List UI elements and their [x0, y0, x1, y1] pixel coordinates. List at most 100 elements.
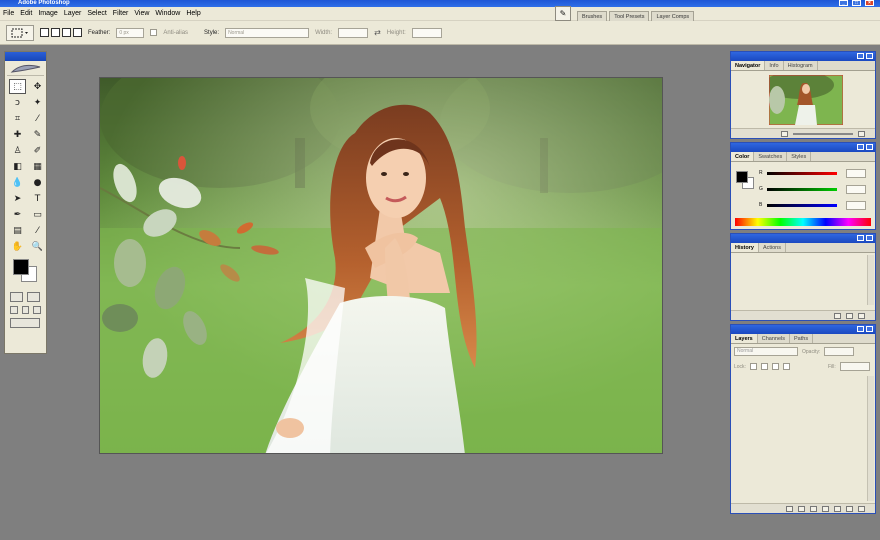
new-document-from-state-icon[interactable]: [834, 312, 841, 319]
shape-tool-icon[interactable]: ▭: [29, 207, 46, 222]
slice-tool-icon[interactable]: ⁄: [29, 111, 46, 126]
magic-wand-icon[interactable]: ✦: [29, 95, 46, 110]
brush-tool-icon[interactable]: ✎: [29, 127, 46, 142]
menu-image[interactable]: Image: [37, 7, 62, 21]
subtract-selection-icon[interactable]: [62, 28, 71, 37]
new-snapshot-icon[interactable]: [846, 312, 853, 319]
delete-state-icon[interactable]: [858, 312, 865, 319]
new-selection-icon[interactable]: [40, 28, 49, 37]
standard-mode-icon[interactable]: [10, 292, 23, 302]
pen-tool-icon[interactable]: ✒: [9, 207, 26, 222]
menu-file[interactable]: File: [2, 7, 19, 21]
tab-swatches[interactable]: Swatches: [754, 152, 788, 161]
layer-mask-icon[interactable]: [810, 505, 817, 512]
history-scrollbar[interactable]: [867, 255, 874, 305]
blue-slider[interactable]: [767, 203, 837, 207]
opacity-field[interactable]: [824, 347, 855, 356]
foreground-color-swatch[interactable]: [13, 259, 29, 275]
well-tab-layer-comps[interactable]: Layer Comps: [651, 11, 695, 21]
green-slider[interactable]: [767, 187, 837, 191]
feather-logo-icon[interactable]: [7, 62, 44, 76]
palette-title-bar[interactable]: [731, 143, 875, 152]
fill-field[interactable]: [839, 362, 870, 371]
healing-brush-icon[interactable]: ✚: [9, 127, 26, 142]
clone-stamp-icon[interactable]: ♙: [9, 143, 26, 158]
tab-info[interactable]: Info: [765, 61, 784, 70]
lock-image-icon[interactable]: [760, 363, 768, 370]
palette-title-bar[interactable]: [731, 325, 875, 334]
tab-channels[interactable]: Channels: [758, 334, 790, 343]
quick-mask-icon[interactable]: [27, 292, 40, 302]
height-input[interactable]: [411, 27, 442, 38]
tab-histogram[interactable]: Histogram: [784, 61, 818, 70]
menu-view[interactable]: View: [133, 7, 154, 21]
well-tab-brushes[interactable]: Brushes: [577, 11, 608, 21]
tab-styles[interactable]: Styles: [787, 152, 812, 161]
zoom-tool-icon[interactable]: 🔍: [29, 239, 46, 254]
notes-tool-icon[interactable]: ▤: [9, 223, 26, 238]
tab-color[interactable]: Color: [731, 152, 755, 161]
new-group-icon[interactable]: [822, 505, 829, 512]
crop-tool-icon[interactable]: ⌗: [9, 111, 26, 126]
eyedropper-icon[interactable]: ⁄: [29, 223, 46, 238]
menu-layer[interactable]: Layer: [63, 7, 87, 21]
path-selection-icon[interactable]: ➤: [9, 191, 26, 206]
delete-layer-icon[interactable]: [858, 505, 865, 512]
well-tab-tool-presets[interactable]: Tool Presets: [609, 11, 650, 21]
minimize-icon[interactable]: [857, 326, 864, 332]
lock-transparency-icon[interactable]: [749, 363, 757, 370]
close-icon[interactable]: [866, 144, 873, 150]
red-value-field[interactable]: [846, 168, 866, 178]
lock-position-icon[interactable]: [771, 363, 779, 370]
color-ramp[interactable]: [735, 218, 871, 226]
palette-title-bar[interactable]: [731, 234, 875, 243]
tab-history[interactable]: History: [731, 243, 759, 252]
gradient-tool-icon[interactable]: ▦: [29, 159, 46, 174]
document-canvas[interactable]: [99, 77, 663, 454]
marquee-tool-icon[interactable]: ⬚: [9, 79, 26, 94]
tab-layers[interactable]: Layers: [731, 334, 758, 343]
toolbox-title-bar[interactable]: [5, 52, 46, 61]
minimize-icon[interactable]: [857, 144, 864, 150]
tool-preset-picker[interactable]: [6, 24, 34, 41]
menu-filter[interactable]: Filter: [112, 7, 134, 21]
feather-input[interactable]: 0 px: [116, 27, 145, 38]
adjustment-layer-icon[interactable]: [834, 505, 841, 512]
eraser-tool-icon[interactable]: ◧: [9, 159, 26, 174]
green-value-field[interactable]: [846, 184, 866, 194]
zoom-in-icon[interactable]: [858, 130, 865, 137]
menu-window[interactable]: Window: [154, 7, 185, 21]
close-icon[interactable]: [866, 53, 873, 59]
zoom-out-icon[interactable]: [781, 130, 788, 137]
move-tool-icon[interactable]: ✥: [29, 79, 46, 94]
minimize-icon[interactable]: [857, 53, 864, 59]
color-fg-swatch[interactable]: [736, 171, 748, 183]
swap-icon[interactable]: ⇄: [374, 28, 381, 37]
tab-paths[interactable]: Paths: [790, 334, 814, 343]
blend-mode-select[interactable]: Normal: [734, 347, 798, 356]
new-layer-icon[interactable]: [846, 505, 853, 512]
intersect-selection-icon[interactable]: [73, 28, 82, 37]
layer-style-icon[interactable]: [798, 505, 805, 512]
type-tool-icon[interactable]: T: [29, 191, 46, 206]
close-icon[interactable]: [866, 235, 873, 241]
minimize-icon[interactable]: [857, 235, 864, 241]
screen-mode-full-menu-icon[interactable]: [21, 306, 30, 314]
palette-title-bar[interactable]: [731, 52, 875, 61]
menu-select[interactable]: Select: [86, 7, 111, 21]
menu-edit[interactable]: Edit: [19, 7, 37, 21]
menu-help[interactable]: Help: [185, 7, 205, 21]
layers-scrollbar[interactable]: [867, 376, 874, 501]
lasso-tool-icon[interactable]: ↄ: [9, 95, 26, 110]
link-layers-icon[interactable]: [786, 505, 793, 512]
blur-tool-icon[interactable]: 💧: [9, 175, 26, 190]
style-select[interactable]: Normal: [225, 27, 310, 38]
jump-to-imageready-icon[interactable]: [10, 318, 40, 328]
navigator-thumbnail[interactable]: [769, 75, 843, 125]
close-icon[interactable]: [866, 326, 873, 332]
tab-actions[interactable]: Actions: [759, 243, 786, 252]
lock-all-icon[interactable]: [782, 363, 790, 370]
history-brush-icon[interactable]: ✐: [29, 143, 46, 158]
dodge-tool-icon[interactable]: ●: [29, 175, 46, 190]
red-slider[interactable]: [767, 171, 837, 175]
